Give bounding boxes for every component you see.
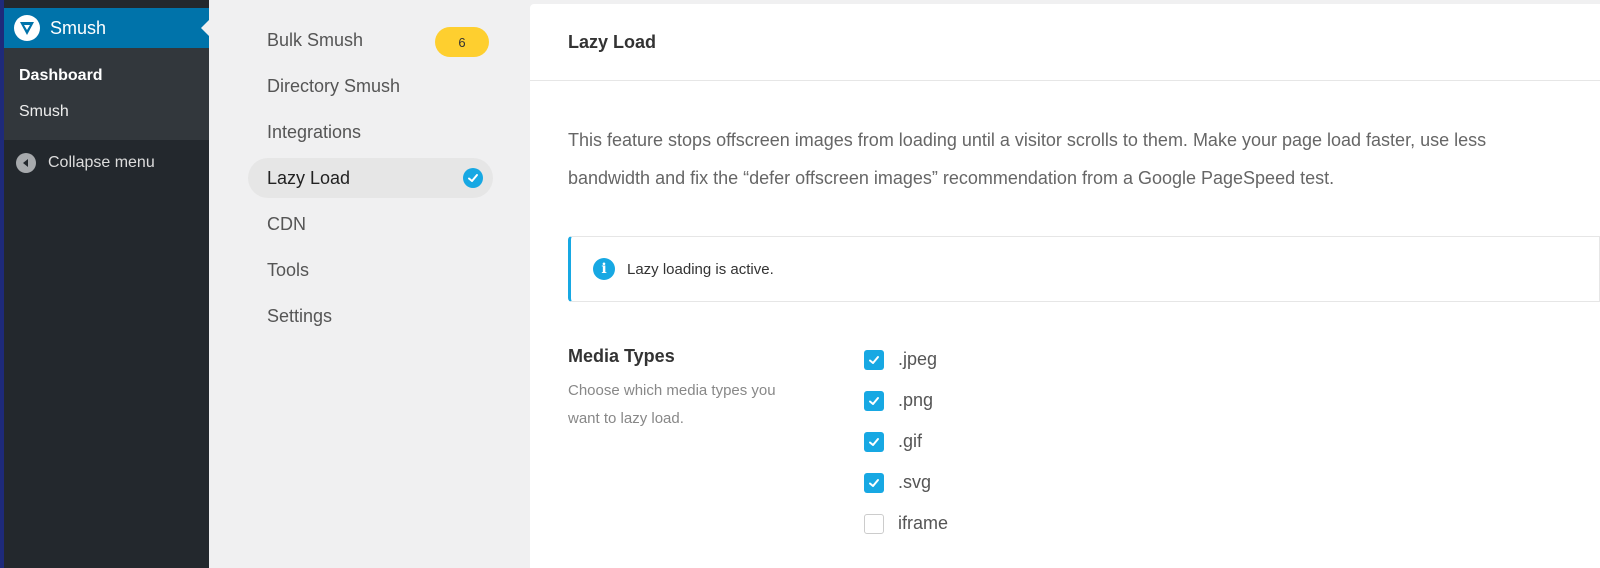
nav-item-lazy-load[interactable]: Lazy Load (248, 158, 493, 198)
media-type-label: iframe (898, 513, 949, 533)
lazy-load-panel: Lazy Load This feature stops offscreen i… (530, 4, 1600, 568)
nav-item-label: Settings (267, 305, 333, 326)
media-type-iframe[interactable]: iframe (864, 503, 948, 544)
nav-item-label: Tools (267, 259, 310, 280)
media-type-label: .gif (898, 431, 923, 451)
nav-item-tools[interactable]: Tools (248, 250, 493, 290)
smush-navigation: Bulk Smush 6 Directory Smush Integration… (248, 20, 493, 342)
wp-menu-smush-label: Smush (50, 17, 107, 38)
nav-item-label: Bulk Smush (267, 29, 364, 50)
nav-item-cdn[interactable]: CDN (248, 204, 493, 244)
nav-item-label: Lazy Load (267, 167, 351, 188)
wp-submenu-dashboard[interactable]: Dashboard (4, 66, 209, 102)
checkbox-checked[interactable] (864, 472, 884, 493)
media-types-options: .jpeg .png .gif .svg iframe (864, 339, 948, 544)
wp-menu-smush[interactable]: Smush (4, 8, 209, 48)
checkbox-checked[interactable] (864, 349, 884, 370)
media-type-label: .png (898, 390, 934, 410)
checkbox-unchecked[interactable] (864, 513, 884, 534)
count-badge: 6 (435, 27, 489, 57)
media-type-svg[interactable]: .svg (864, 462, 948, 503)
nav-item-integrations[interactable]: Integrations (248, 112, 493, 152)
media-type-label: .jpeg (898, 349, 938, 369)
status-notice: i Lazy loading is active. (568, 236, 1600, 302)
media-type-png[interactable]: .png (864, 380, 948, 421)
nav-item-directory-smush[interactable]: Directory Smush (248, 66, 493, 106)
active-check-icon (463, 168, 483, 188)
checkbox-checked[interactable] (864, 390, 884, 411)
media-type-label: .svg (898, 472, 932, 492)
nav-item-bulk-smush[interactable]: Bulk Smush 6 (248, 20, 493, 60)
nav-item-label: Directory Smush (267, 75, 401, 96)
media-type-gif[interactable]: .gif (864, 421, 948, 462)
nav-item-settings[interactable]: Settings (248, 296, 493, 336)
collapse-arrow-icon (16, 153, 36, 173)
nav-item-label: CDN (267, 213, 306, 234)
media-types-description: Choose which media types you want to laz… (568, 382, 776, 427)
wp-submenu: Dashboard Smush (4, 48, 209, 140)
feature-description: This feature stops offscreen images from… (568, 130, 1487, 188)
media-type-jpeg[interactable]: .jpeg (864, 339, 948, 380)
current-menu-arrow (201, 20, 209, 36)
collapse-menu-label: Collapse menu (48, 154, 155, 171)
nav-item-label: Integrations (267, 121, 362, 142)
wp-admin-sidebar: Smush Dashboard Smush Collapse menu (4, 0, 209, 568)
panel-title: Lazy Load (530, 4, 1600, 81)
collapse-menu-button[interactable]: Collapse menu (4, 148, 209, 178)
smush-logo-icon (14, 15, 40, 41)
info-icon: i (593, 258, 615, 280)
status-notice-text: Lazy loading is active. (627, 260, 774, 278)
media-types-title: Media Types (568, 346, 675, 366)
checkbox-checked[interactable] (864, 431, 884, 452)
wp-submenu-smush[interactable]: Smush (4, 102, 209, 138)
